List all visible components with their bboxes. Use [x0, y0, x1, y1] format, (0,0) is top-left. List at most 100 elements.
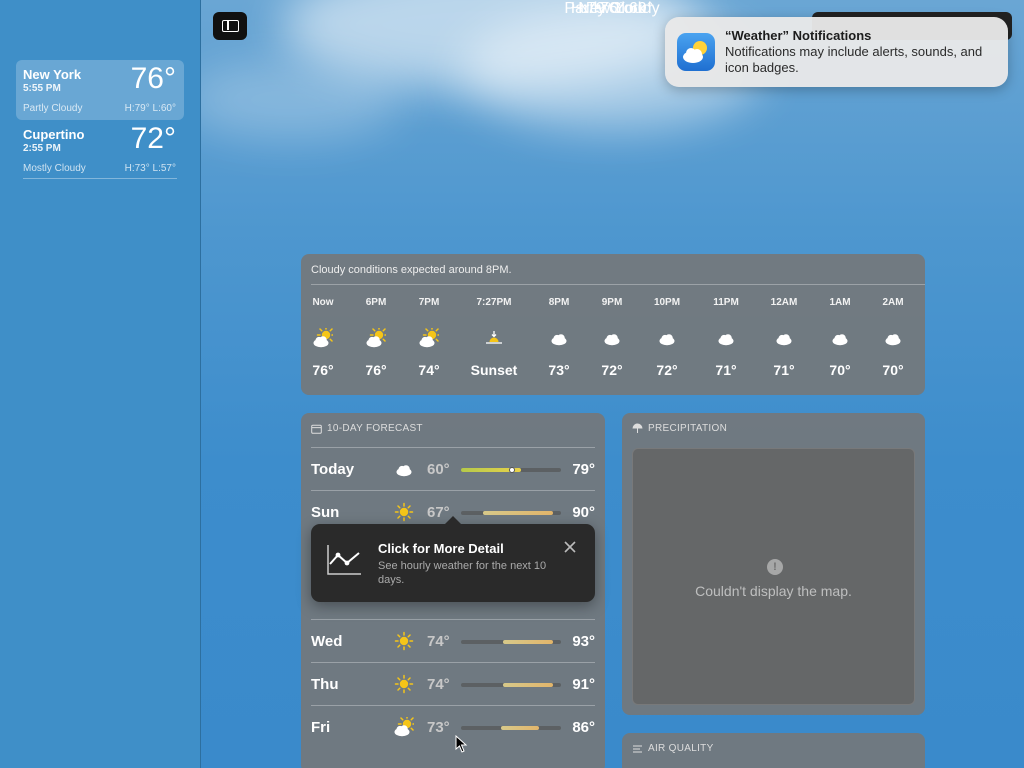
weather-app-icon: [677, 33, 715, 71]
city-hilo: H:73° L:57°: [124, 163, 176, 174]
sun-icon: [394, 502, 414, 522]
forecast-row[interactable]: Thu 74° 91°: [311, 662, 595, 705]
forecast-title-label: 10-DAY FORECAST: [327, 423, 423, 434]
air-quality-title: AIR QUALITY: [632, 743, 714, 754]
warning-icon: !: [767, 559, 783, 575]
hour-value: 70°: [882, 362, 904, 378]
partly-cloudy-icon: [683, 41, 707, 63]
hour-value: 72°: [601, 362, 623, 378]
partly-cloudy-icon: [394, 717, 414, 737]
city-name: Cupertino: [23, 127, 85, 142]
precipitation-title-label: PRECIPITATION: [648, 423, 728, 434]
tooltip-title: Click for More Detail: [378, 541, 504, 556]
forecast-low: 74°: [427, 633, 450, 650]
forecast-day: Fri: [311, 719, 331, 736]
hour-value: 71°: [715, 362, 737, 378]
cloud-icon: [659, 334, 675, 346]
hourly-item: 12AM 71°: [754, 297, 814, 378]
notification-body: Notifications may include alerts, sounds…: [725, 44, 983, 75]
city-hilo: H:79° L:60°: [124, 103, 176, 114]
forecast-day: Sun: [311, 504, 340, 521]
temperature-range-bar: [461, 726, 561, 730]
hourly-item: 10PM 72°: [637, 297, 697, 378]
hour-label: 2AM: [882, 297, 904, 308]
hourly-item: 8PM 73°: [529, 297, 589, 378]
sidebar-divider: [23, 178, 177, 179]
sidebar: New York 5:55 PM 76° Partly Cloudy H:79°…: [0, 0, 201, 768]
sunset-icon: [486, 331, 502, 344]
notification-banner[interactable]: “Weather” Notifications Notifications ma…: [665, 17, 1008, 87]
cloud-icon: [885, 334, 901, 346]
partly-cloudy-icon: [366, 328, 386, 348]
notification-title: “Weather” Notifications: [725, 28, 872, 43]
hour-label: 10PM: [653, 297, 681, 308]
partly-cloudy-icon: [313, 328, 333, 348]
sidebar-icon: [222, 20, 239, 32]
precipitation-title: PRECIPITATION: [632, 423, 727, 434]
hourly-item: 11PM 71°: [696, 297, 756, 378]
hourly-item: 7:27PM Sunset: [464, 297, 524, 378]
hour-label: 12AM: [770, 297, 798, 308]
city-condition: Mostly Cloudy: [23, 163, 86, 174]
air-quality-panel[interactable]: AIR QUALITY: [622, 733, 925, 768]
forecast-day: Today: [311, 461, 355, 478]
city-card-new-york[interactable]: New York 5:55 PM 76° Partly Cloudy H:79°…: [16, 60, 184, 120]
forecast-high: 79°: [572, 461, 595, 478]
hour-value: 76°: [365, 362, 387, 378]
forecast-day: Wed: [311, 633, 343, 650]
forecast-row[interactable]: Fri 73° 86°: [311, 705, 595, 748]
hourly-summary: Cloudy conditions expected around 8PM.: [311, 264, 512, 276]
sun-icon: [394, 631, 414, 651]
city-condition: Partly Cloudy: [23, 103, 83, 114]
cloud-icon: [718, 334, 734, 346]
forecast-row[interactable]: Today 60° 79°: [311, 447, 595, 490]
temperature-range-bar: [461, 683, 561, 687]
hour-value: 72°: [656, 362, 678, 378]
forecast-high: 91°: [572, 676, 595, 693]
hourly-forecast-panel[interactable]: Cloudy conditions expected around 8PM. N…: [301, 254, 925, 395]
hour-value: 70°: [829, 362, 851, 378]
precipitation-map[interactable]: ! Couldn't display the map.: [632, 448, 915, 705]
forecast-low: 74°: [427, 676, 450, 693]
temperature-range-bar: [461, 511, 561, 515]
close-icon[interactable]: [562, 539, 578, 555]
temperature-range-bar: [461, 640, 561, 644]
hour-label: 7:27PM: [476, 297, 512, 308]
header-hilo: H:79° L:60°: [570, 0, 654, 17]
hourly-item: 6PM 76°: [346, 297, 406, 378]
hourly-item: 9PM 72°: [582, 297, 642, 378]
chart-icon: [327, 545, 361, 575]
city-name: New York: [23, 67, 82, 82]
cloud-icon: [396, 465, 412, 477]
mouse-cursor-icon: [455, 735, 468, 753]
precipitation-panel[interactable]: PRECIPITATION ! Couldn't display the map…: [622, 413, 925, 715]
hourly-divider: [311, 284, 925, 285]
forecast-high: 90°: [572, 504, 595, 521]
cloud-icon: [832, 334, 848, 346]
forecast-high: 93°: [572, 633, 595, 650]
more-detail-tooltip[interactable]: Click for More Detail See hourly weather…: [311, 516, 595, 602]
tooltip-body: See hourly weather for the next 10 days.: [378, 560, 547, 586]
hour-label: 9PM: [601, 297, 623, 308]
current-temp-dot: [509, 467, 515, 473]
partly-cloudy-icon: [419, 328, 439, 348]
hour-label: 1AM: [829, 297, 851, 308]
city-time: 2:55 PM: [23, 143, 61, 154]
hourly-item: 2AM 70°: [863, 297, 923, 378]
cloud-decoration: [201, 60, 401, 140]
map-error-message: Couldn't display the map.: [695, 583, 852, 599]
cloud-icon: [604, 334, 620, 346]
forecast-low: 60°: [427, 461, 450, 478]
cloud-icon: [776, 334, 792, 346]
city-card-cupertino[interactable]: Cupertino 2:55 PM 72° Mostly Cloudy H:73…: [16, 120, 184, 180]
calendar-icon: [311, 424, 322, 434]
city-temp: 76°: [130, 62, 176, 95]
city-time: 5:55 PM: [23, 83, 61, 94]
hourly-item: 1AM 70°: [810, 297, 870, 378]
hour-label: 6PM: [365, 297, 387, 308]
sidebar-toggle-button[interactable]: [213, 12, 247, 40]
forecast-row[interactable]: Wed 74° 93°: [311, 619, 595, 662]
forecast-low: 73°: [427, 719, 450, 736]
air-quality-icon: [633, 745, 642, 752]
hour-label: 8PM: [548, 297, 570, 308]
